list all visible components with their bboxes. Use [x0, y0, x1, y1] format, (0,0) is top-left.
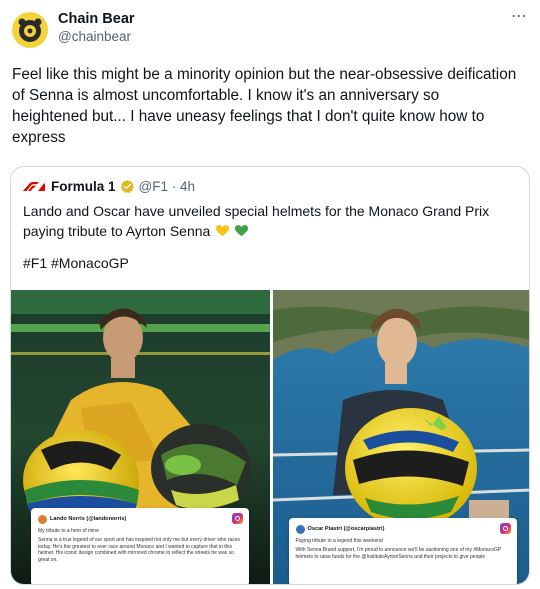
- instagram-icon: [499, 523, 511, 534]
- card-avatar: [38, 514, 47, 524]
- oscar-instagram-card: Oscar Piastri (@oscarpiastri) Paying tri…: [288, 518, 517, 584]
- oscar-helmet-photo[interactable]: Oscar Piastri (@oscarpiastri) Paying tri…: [272, 290, 529, 584]
- yellow-heart-icon: [216, 225, 230, 237]
- verified-badge-icon: [120, 179, 134, 194]
- quoted-text-body: Lando and Oscar have unveiled special he…: [23, 203, 490, 239]
- lando-card-user: Lando Norris (@landonorris): [50, 516, 127, 522]
- more-options-icon[interactable]: ⋯: [511, 6, 528, 26]
- oscar-card-header: Oscar Piastri (@oscarpiastri): [295, 523, 510, 535]
- tweet-header: Chain Bear @chainbear ⋯: [12, 8, 528, 54]
- quoted-header: Formula 1 @F1 · 4h: [11, 167, 529, 195]
- oscar-card-line2: With Senna Brand support, I'm proud to a…: [295, 547, 502, 560]
- media-grid: Lando Norris (@landonorris) My tribute t…: [11, 290, 529, 584]
- oscar-card-line1: Paying tribute to a legend this weekend: [295, 538, 383, 544]
- lando-card-line1: My tribute to a hero of mine: [38, 528, 99, 534]
- tweet-text: Feel like this might be a minority opini…: [12, 66, 517, 146]
- lando-card-line2: Senna is a true legend of our sport and …: [38, 537, 241, 563]
- lando-helmet-photo[interactable]: Lando Norris (@landonorris) My tribute t…: [11, 290, 270, 584]
- chain-bear-logo-icon: [13, 13, 47, 47]
- f1-logo-icon: [23, 182, 45, 191]
- quoted-tweet[interactable]: Formula 1 @F1 · 4h Lando and Oscar have …: [10, 166, 530, 585]
- quoted-display-name[interactable]: Formula 1: [51, 179, 116, 194]
- quoted-hashtags[interactable]: #F1 #MonacoGP: [11, 241, 529, 273]
- display-name[interactable]: Chain Bear: [58, 10, 511, 28]
- card-avatar: [295, 524, 305, 534]
- instagram-icon: [232, 513, 243, 524]
- avatar[interactable]: [12, 12, 48, 48]
- lando-instagram-card: Lando Norris (@landonorris) My tribute t…: [31, 508, 249, 584]
- author-names: Chain Bear @chainbear: [58, 10, 511, 46]
- green-heart-icon: [235, 225, 249, 237]
- quoted-text: Lando and Oscar have unveiled special he…: [11, 195, 529, 241]
- lando-card-header: Lando Norris (@landonorris): [38, 513, 242, 525]
- quoted-handle-time: @F1 · 4h: [138, 179, 195, 194]
- oscar-card-user: Oscar Piastri (@oscarpiastri): [307, 526, 385, 532]
- handle[interactable]: @chainbear: [58, 28, 511, 46]
